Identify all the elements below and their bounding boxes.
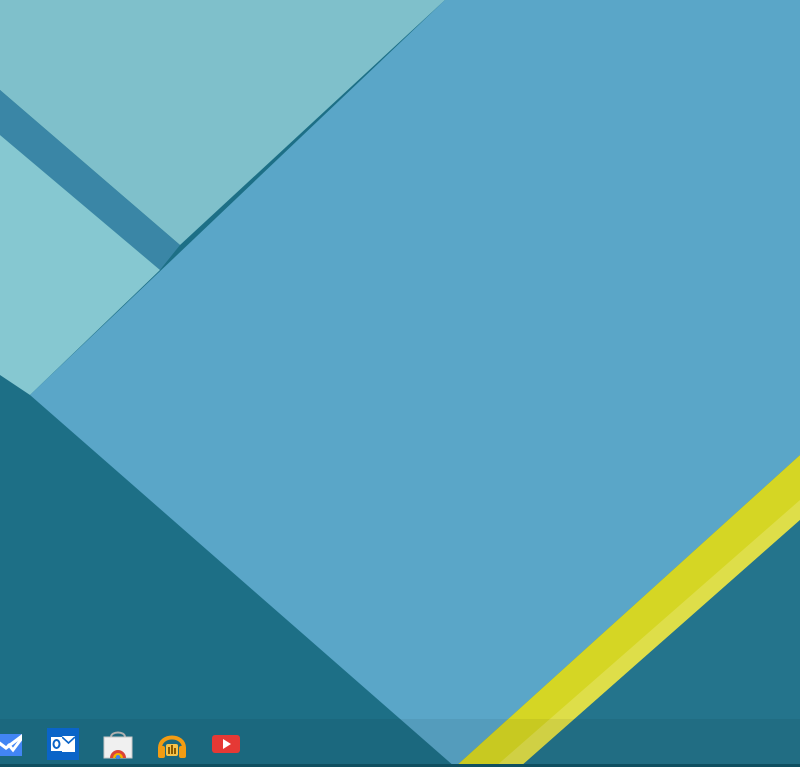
- shelf: [0, 719, 800, 767]
- wallpaper: [0, 0, 800, 767]
- music-headphones-icon: [158, 735, 186, 758]
- inbox-icon: [0, 734, 22, 756]
- shelf-app-youtube[interactable]: [210, 728, 242, 760]
- youtube-icon: [212, 735, 240, 753]
- outlook-icon: [47, 728, 79, 760]
- shelf-app-inbox[interactable]: [0, 728, 22, 760]
- desktop: [0, 0, 800, 767]
- web-store-icon: [103, 731, 133, 759]
- shelf-app-music[interactable]: [156, 728, 188, 760]
- shelf-app-web-store[interactable]: [102, 728, 134, 760]
- shelf-app-outlook[interactable]: [47, 728, 79, 760]
